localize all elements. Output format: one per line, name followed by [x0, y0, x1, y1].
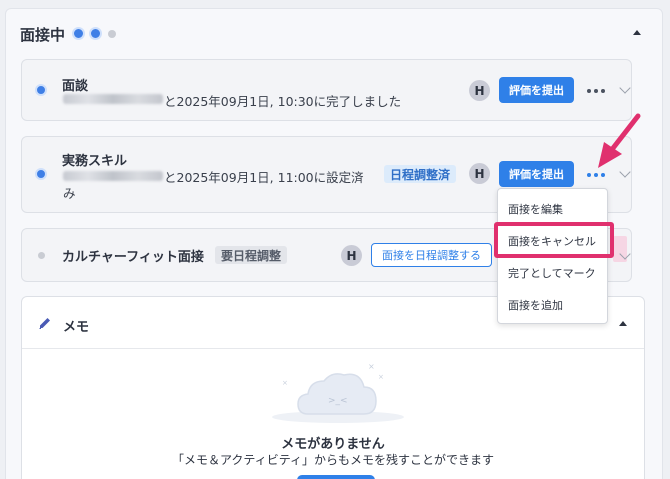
- avatar: H: [469, 163, 490, 184]
- status-badge: 要日程調整: [215, 246, 288, 264]
- svg-text:×: ×: [368, 362, 375, 371]
- more-icon[interactable]: [587, 89, 605, 93]
- svg-text:>_<: >_<: [328, 396, 348, 406]
- interview-subtitle: と2025年09月1日, 11:00に設定済: [164, 170, 364, 185]
- progress-dot: [108, 29, 116, 38]
- section-title: 面接中: [20, 26, 66, 44]
- pencil-icon: [39, 318, 50, 329]
- memo-title: メモ: [63, 320, 90, 335]
- interview-title: 実務スキル: [62, 154, 128, 169]
- more-icon[interactable]: [587, 173, 605, 177]
- interview-title: 面談: [62, 79, 89, 94]
- submit-evaluation-button[interactable]: 評価を提出: [499, 77, 574, 103]
- empty-title: メモがありません: [281, 437, 385, 452]
- status-dot: [38, 252, 45, 259]
- add-memo-button[interactable]: [297, 475, 375, 479]
- menu-item-mark-complete[interactable]: 完了としてマーク: [508, 265, 596, 281]
- schedule-interview-button[interactable]: 面接を日程調整する: [371, 243, 492, 267]
- empty-subtitle: 「メモ＆アクティビティ」からもメモを残すことができます: [172, 453, 494, 467]
- highlight-box: [494, 222, 614, 258]
- progress-dots: [72, 27, 116, 40]
- submit-evaluation-button[interactable]: 評価を提出: [499, 161, 574, 187]
- progress-dot: [89, 27, 102, 40]
- svg-text:×: ×: [378, 373, 384, 381]
- avatar: H: [469, 80, 490, 101]
- interview-subtitle-cont: み: [63, 186, 76, 201]
- svg-text:×: ×: [282, 379, 288, 387]
- cloud-icon: >_< × × ×: [272, 362, 404, 423]
- interview-title: カルチャーフィット面接: [62, 250, 204, 265]
- menu-item-add[interactable]: 面接を追加: [508, 297, 563, 313]
- menu-item-edit[interactable]: 面接を編集: [508, 201, 563, 217]
- blurred-name: [63, 171, 163, 181]
- status-badge: 日程調整済: [384, 165, 457, 183]
- arrow-icon: [598, 113, 641, 168]
- chevron-up-icon[interactable]: [633, 30, 641, 35]
- status-dot: [35, 168, 47, 180]
- progress-dot: [72, 27, 85, 40]
- interview-subtitle: と2025年09月1日, 10:30に完了しました: [164, 94, 402, 109]
- avatar: H: [341, 245, 362, 266]
- blurred-name: [63, 94, 163, 104]
- chevron-up-icon[interactable]: [619, 321, 627, 326]
- status-dot: [35, 84, 47, 96]
